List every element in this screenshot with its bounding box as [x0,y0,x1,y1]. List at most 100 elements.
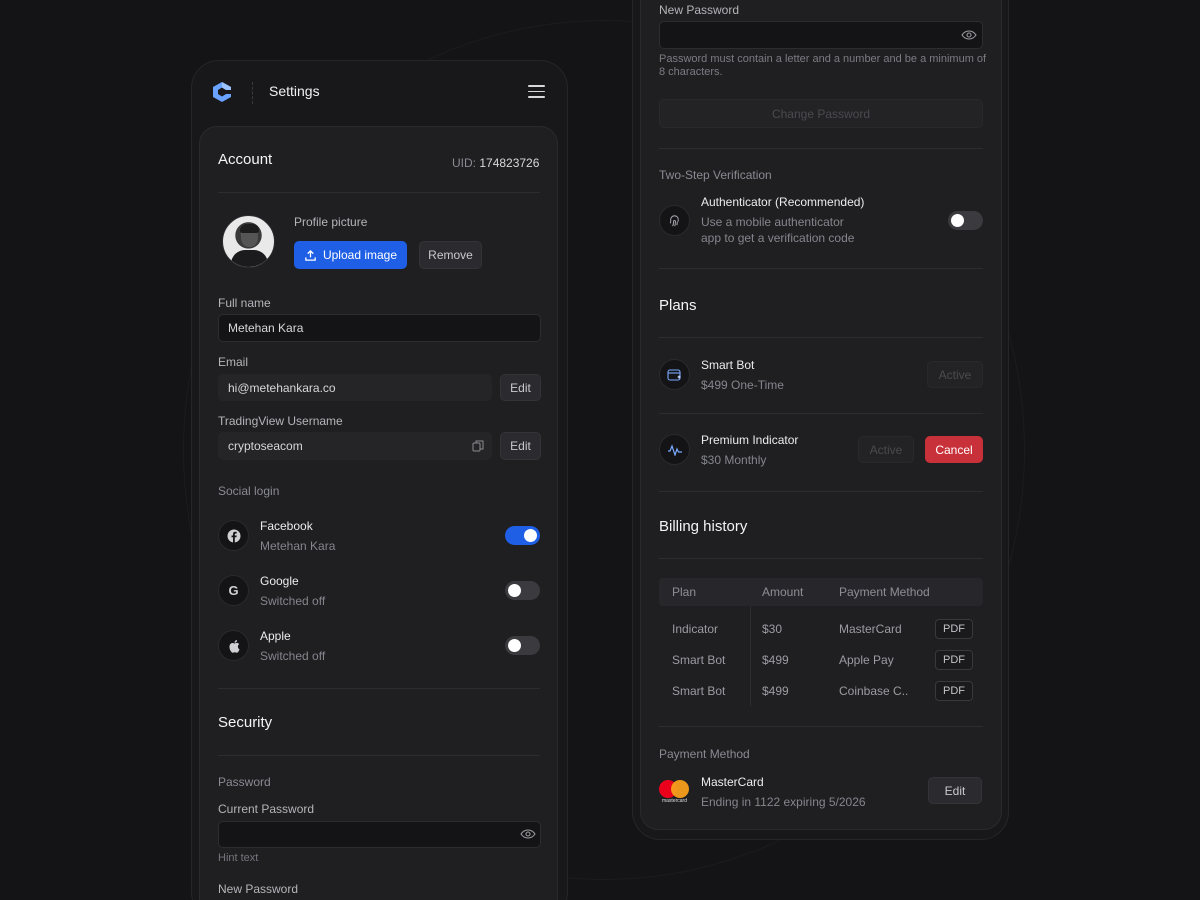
plan-name: Smart Bot [701,358,755,372]
card-name: MasterCard [701,775,764,789]
remove-button[interactable]: Remove [419,241,482,269]
uid-label: UID: 174823726 [452,156,539,170]
social-sub: Switched off [260,594,326,608]
mastercard-logo-icon: mastercard [659,778,690,804]
authenticator-description: app to get a verification code [701,231,855,245]
pdf-download-button[interactable]: PDF [935,681,973,701]
divider [218,192,540,193]
page-title: Settings [269,83,320,99]
divider [659,413,983,414]
billing-method-cell: MasterCard [839,622,902,636]
tradingview-label: TradingView Username [218,414,343,428]
billing-plan-cell: Indicator [672,622,719,636]
billing-history-title: Billing history [659,518,748,535]
column-divider [750,606,751,706]
billing-amount-cell: $30 [762,622,783,636]
facebook-toggle[interactable] [505,526,540,545]
eye-icon[interactable] [520,829,536,839]
divider [659,148,983,149]
tradingview-value: cryptoseacom [228,439,303,453]
upload-image-button[interactable]: Upload image [294,241,407,269]
google-toggle[interactable] [505,581,540,600]
uid-label-text: UID: [452,156,476,170]
facebook-icon [218,520,249,551]
authenticator-description: Use a mobile authenticator [701,215,844,229]
pdf-download-button[interactable]: PDF [935,650,973,670]
full-name-input[interactable]: Metehan Kara [218,314,541,342]
billing-table-header [659,578,983,606]
social-sub: Metehan Kara [260,539,336,553]
new-password-hint: Password must contain a letter and a num… [659,53,987,78]
current-password-label: Current Password [218,802,315,816]
billing-method-cell: Coinbase C.. [839,684,909,698]
divider [218,755,540,756]
divider [659,726,983,727]
email-label: Email [218,355,249,369]
plans-title: Plans [659,297,697,314]
authenticator-toggle[interactable] [948,211,983,230]
column-header: Plan [672,585,697,599]
billing-amount-cell: $499 [762,653,789,667]
plan-name: Premium Indicator [701,433,799,447]
hamburger-menu-icon[interactable] [528,85,545,98]
divider [218,688,540,689]
google-icon: G [218,575,249,606]
billing-amount-cell: $499 [762,684,789,698]
apple-icon [218,630,249,661]
cancel-plan-button[interactable]: Cancel [925,436,983,463]
email-edit-button[interactable]: Edit [500,374,541,401]
tradingview-input[interactable]: cryptoseacom [218,432,492,460]
plan-active-badge: Active [927,361,983,388]
plan-price: $499 One-Time [701,378,784,392]
social-name: Google [260,574,299,588]
payment-edit-button[interactable]: Edit [928,777,982,804]
avatar [222,215,275,268]
two-step-title: Two-Step Verification [659,168,772,182]
social-sub: Switched off [260,649,326,663]
profile-picture-label: Profile picture [294,215,368,229]
uid-value: 174823726 [479,156,540,170]
column-header: Amount [762,585,804,599]
change-password-button[interactable]: Change Password [659,99,983,128]
bot-icon [659,359,690,390]
divider [659,558,983,559]
apple-toggle[interactable] [505,636,540,655]
new-password-input[interactable] [659,21,983,49]
upload-image-label: Upload image [322,248,398,262]
card-description: Ending in 1122 expiring 5/2026 [701,795,866,809]
upload-icon [305,249,316,261]
header-divider [252,82,253,104]
billing-method-cell: Apple Pay [839,653,894,667]
full-name-label: Full name [218,296,271,310]
current-password-input[interactable] [218,821,541,848]
pdf-download-button[interactable]: PDF [935,619,973,639]
top-bar: Settings [192,61,567,123]
account-title: Account [218,151,273,168]
authenticator-title: Authenticator (Recommended) [701,195,865,209]
divider [659,337,983,338]
copy-icon[interactable] [472,440,484,452]
new-password-label: New Password [659,3,740,17]
indicator-icon [659,434,690,465]
column-header: Payment Method [839,585,930,599]
fingerprint-icon [659,205,690,236]
new-password-label: New Password [218,882,299,896]
divider [659,491,983,492]
divider [659,268,983,269]
payment-method-title: Payment Method [659,747,750,761]
mastercard-logo-text: mastercard [661,798,687,804]
plan-price: $30 Monthly [701,453,767,467]
eye-icon[interactable] [961,30,977,40]
security-title: Security [218,714,273,731]
email-input[interactable]: hi@metehankara.co [218,374,492,401]
billing-plan-cell: Smart Bot [672,684,726,698]
social-login-title: Social login [218,484,280,498]
password-section-title: Password [218,775,271,789]
tradingview-edit-button[interactable]: Edit [500,432,541,460]
social-name: Apple [260,629,291,643]
social-name: Facebook [260,519,313,533]
billing-plan-cell: Smart Bot [672,653,726,667]
app-logo-icon [213,82,231,102]
plan-active-badge: Active [858,436,914,463]
current-password-hint: Hint text [218,852,259,864]
